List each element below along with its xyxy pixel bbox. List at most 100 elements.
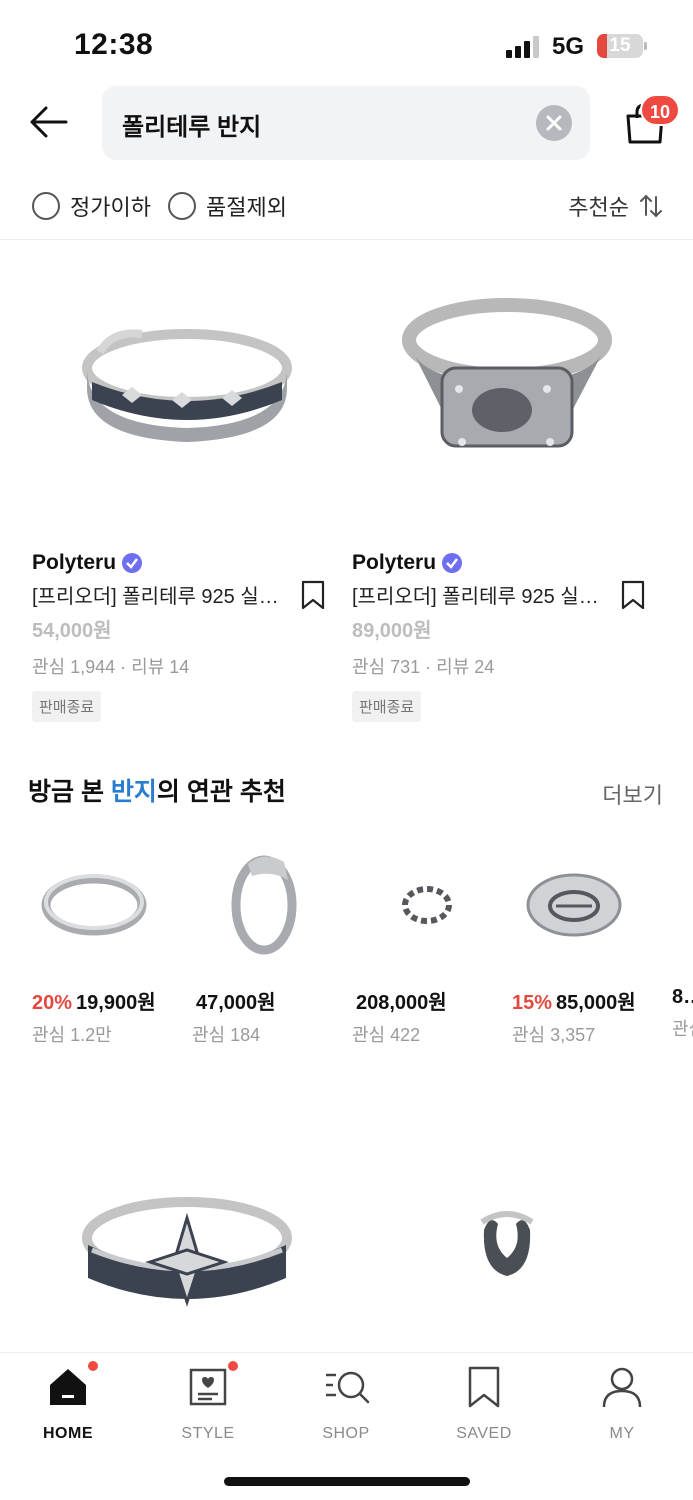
tab-shop[interactable]: SHOP <box>296 1365 396 1443</box>
related-stats: 관심 1.2만 <box>32 1025 112 1045</box>
home-notification-dot <box>88 1361 98 1371</box>
product-title-row: [프리오더] 폴리테루 925 실버 링 <box>32 580 352 610</box>
related-price-row: 208,000원 <box>352 986 492 1015</box>
product-image[interactable] <box>352 1150 672 1340</box>
bookmark-icon <box>621 580 645 610</box>
related-item[interactable]: 81 관심 <box>672 840 693 1041</box>
product-stats: 관심 1,944 · 리뷰 14 <box>32 657 190 677</box>
brand-row: Polyteru <box>352 548 672 578</box>
related-price-row: 15% 85,000원 <box>512 986 652 1015</box>
related-stats: 관심 3,357 <box>512 1025 596 1045</box>
related-title-prefix: 방금 본 <box>28 778 111 806</box>
product-title[interactable]: [프리오더] 폴리테루 925 실버 링 <box>352 580 612 609</box>
verified-badge-icon <box>442 553 463 573</box>
product-price: 89,000원 <box>352 620 432 642</box>
related-more-link[interactable]: 더보기 <box>602 778 663 810</box>
tab-label: MY <box>609 1425 635 1442</box>
related-stats: 관심 422 <box>352 1025 421 1045</box>
related-item-image <box>192 840 332 970</box>
network-type: 5G <box>552 33 585 60</box>
product-title-row: [프리오더] 폴리테루 925 실버 링 <box>352 580 672 610</box>
tab-label: SAVED <box>456 1425 512 1442</box>
related-title-suffix: 의 연관 추천 <box>156 778 286 806</box>
brand-row: Polyteru <box>32 548 352 578</box>
verified-badge-icon <box>122 553 143 573</box>
shop-search-icon <box>324 1365 370 1409</box>
product-card[interactable]: Polyteru [프리오더] 폴리테루 925 실버 링 89,000원 관심… <box>352 250 672 722</box>
discount-rate: 20% <box>32 992 73 1014</box>
sort-label: 추천순 <box>568 195 629 220</box>
bookmark-icon <box>462 1365 506 1409</box>
related-price: 81 <box>672 986 693 1008</box>
filter-exclude-soldout[interactable]: 품절제외 <box>168 190 287 222</box>
tab-label: STYLE <box>181 1425 235 1442</box>
product-title[interactable]: [프리오더] 폴리테루 925 실버 링 <box>32 580 292 609</box>
filter-below-retail[interactable]: 정가이하 <box>32 190 151 222</box>
related-item-image <box>352 840 492 970</box>
close-icon <box>546 115 562 131</box>
related-stats: 관심 <box>672 1019 693 1039</box>
back-arrow-icon <box>30 106 68 138</box>
related-price-row: 20% 19,900원 <box>32 986 172 1015</box>
soldout-badge: 판매종료 <box>32 691 102 722</box>
product-image[interactable] <box>32 1150 352 1340</box>
tab-saved[interactable]: SAVED <box>434 1365 534 1443</box>
product-stats: 관심 731 · 리뷰 24 <box>352 657 495 677</box>
battery-icon: 15 <box>597 34 643 58</box>
related-item-image <box>32 840 172 970</box>
style-notification-dot <box>228 1361 238 1371</box>
related-section-title: 방금 본 반지의 연관 추천 <box>28 772 286 808</box>
filter-label: 정가이하 <box>70 195 151 220</box>
cart-count-badge: 10 <box>640 94 680 126</box>
tab-label: HOME <box>43 1425 93 1442</box>
product-card[interactable]: Polyteru [프리오더] 폴리테루 925 실버 링 54,000원 관심… <box>32 250 352 722</box>
related-price-row: 81 <box>672 986 693 1009</box>
product-price: 54,000원 <box>32 620 112 642</box>
related-price: 208,000원 <box>356 992 447 1014</box>
brand-name[interactable]: Polyteru <box>32 551 116 575</box>
filter-label: 품절제외 <box>206 195 287 220</box>
related-price: 85,000원 <box>556 992 636 1014</box>
home-icon <box>46 1361 98 1409</box>
product-image[interactable] <box>352 250 672 540</box>
radio-unchecked-icon <box>32 192 60 220</box>
battery-tip <box>644 42 647 50</box>
battery-level: 15 <box>609 35 631 56</box>
bookmark-icon <box>301 580 325 610</box>
user-icon <box>600 1365 644 1409</box>
product-image[interactable] <box>32 250 352 540</box>
tab-my[interactable]: MY <box>572 1365 672 1443</box>
related-item-image <box>512 840 652 970</box>
related-item[interactable]: 208,000원 관심 422 <box>352 840 492 1047</box>
tab-home[interactable]: HOME <box>18 1361 118 1443</box>
clear-search-button[interactable] <box>536 105 572 141</box>
related-item[interactable]: 20% 19,900원 관심 1.2만 <box>32 840 172 1047</box>
tab-style[interactable]: STYLE <box>158 1361 258 1443</box>
home-indicator <box>224 1477 470 1486</box>
search-query: 폴리테루 반지 <box>122 114 262 141</box>
bookmark-button[interactable] <box>300 580 326 610</box>
filter-bar: 정가이하 품절제외 추천순 <box>0 182 693 240</box>
related-stats: 관심 184 <box>192 1025 261 1045</box>
status-bar: 12:38 5G 15 <box>0 0 693 80</box>
tab-label: SHOP <box>322 1425 370 1442</box>
style-icon <box>186 1361 238 1409</box>
related-title-keyword: 반지 <box>110 778 157 806</box>
related-item[interactable]: 15% 85,000원 관심 3,357 <box>512 840 652 1047</box>
related-item-image <box>672 840 693 970</box>
related-price: 19,900원 <box>76 992 156 1014</box>
search-input[interactable]: 폴리테루 반지 <box>102 86 590 160</box>
related-item[interactable]: 47,000원 관심 184 <box>192 840 332 1047</box>
status-time: 12:38 <box>74 28 154 61</box>
back-button[interactable] <box>26 100 72 146</box>
signal-icon <box>506 36 539 58</box>
related-price-row: 47,000원 <box>192 986 332 1015</box>
sort-button[interactable]: 추천순 <box>568 190 663 222</box>
radio-unchecked-icon <box>168 192 196 220</box>
related-price: 47,000원 <box>196 992 276 1014</box>
bookmark-button[interactable] <box>620 580 646 610</box>
sort-arrows-icon <box>640 194 662 218</box>
discount-rate: 15% <box>512 992 553 1014</box>
brand-name[interactable]: Polyteru <box>352 551 436 575</box>
soldout-badge: 판매종료 <box>352 691 422 722</box>
